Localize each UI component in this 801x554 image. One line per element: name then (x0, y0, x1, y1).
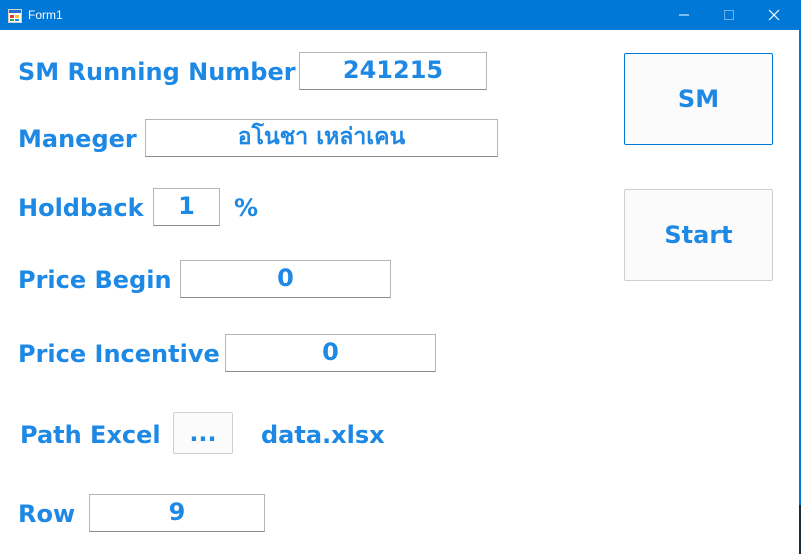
form-client-area: SM Running Number 241215 Maneger อโนชา เ… (0, 30, 799, 554)
holdback-input[interactable]: 1 (153, 188, 220, 226)
manager-input[interactable]: อโนชา เหล่าเคน (145, 119, 498, 157)
holdback-unit: % (234, 194, 259, 222)
row-label: Row (18, 500, 76, 528)
price-incentive-input[interactable]: 0 (225, 334, 436, 372)
window-title: Form1 (28, 8, 63, 22)
maximize-icon (724, 10, 734, 20)
row-input[interactable]: 9 (89, 494, 265, 532)
price-incentive-label: Price Incentive (18, 340, 220, 368)
holdback-label: Holdback (18, 194, 144, 222)
close-icon (768, 9, 780, 21)
close-button[interactable] (751, 0, 797, 30)
manager-label: Maneger (18, 125, 137, 153)
excel-file-name: data.xlsx (261, 421, 385, 449)
sm-running-number-label: SM Running Number (18, 58, 296, 86)
window-titlebar[interactable]: Form1 (0, 0, 799, 30)
app-form-icon (8, 8, 22, 23)
browse-excel-button[interactable]: ... (173, 412, 233, 454)
path-excel-label: Path Excel (20, 421, 161, 449)
sm-running-number-input[interactable]: 241215 (299, 52, 487, 90)
minimize-icon (679, 14, 689, 16)
minimize-button[interactable] (661, 0, 707, 30)
price-begin-label: Price Begin (18, 266, 172, 294)
price-begin-input[interactable]: 0 (180, 260, 391, 298)
sm-button[interactable]: SM (624, 53, 773, 145)
start-button[interactable]: Start (624, 189, 773, 281)
maximize-button[interactable] (706, 0, 752, 30)
